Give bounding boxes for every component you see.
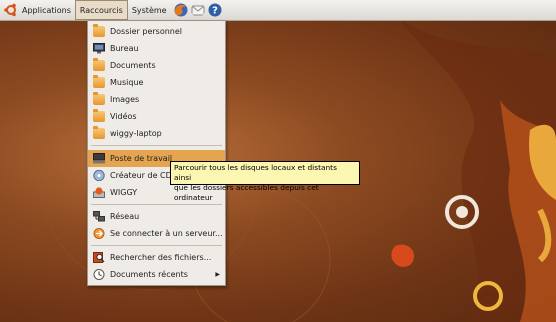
folder-icon bbox=[93, 126, 105, 139]
menu-item-videos[interactable]: Vidéos bbox=[88, 108, 225, 125]
help-icon[interactable]: ? bbox=[208, 3, 222, 17]
applications-menu[interactable]: Applications bbox=[0, 0, 75, 20]
menu-item-label: WIGGY bbox=[110, 188, 138, 197]
folder-icon bbox=[93, 92, 105, 105]
folder-icon bbox=[93, 109, 105, 122]
folder-icon bbox=[93, 75, 105, 88]
menu-item-label: Musique bbox=[110, 78, 144, 87]
menu-item-home-folder[interactable]: Dossier personnel bbox=[88, 23, 225, 40]
folder-icon bbox=[93, 58, 105, 71]
desktop-icon bbox=[93, 43, 105, 54]
menu-item-network[interactable]: Réseau bbox=[88, 208, 225, 225]
system-menu[interactable]: Système bbox=[128, 0, 171, 20]
top-panel: Applications Raccourcis Système ? bbox=[0, 0, 556, 21]
menu-item-label: Images bbox=[110, 95, 140, 104]
search-icon bbox=[93, 252, 105, 263]
submenu-arrow-icon: ▶ bbox=[215, 271, 220, 278]
network-icon bbox=[93, 211, 105, 222]
menu-item-label: Se connecter à un serveur... bbox=[110, 229, 223, 238]
menu-item-wiggy-laptop[interactable]: wiggy-laptop bbox=[88, 125, 225, 142]
menu-separator bbox=[91, 204, 222, 205]
firefox-icon[interactable] bbox=[174, 3, 188, 17]
menu-item-label: Vidéos bbox=[110, 112, 137, 121]
cd-icon bbox=[93, 170, 105, 181]
menu-item-desktop[interactable]: Bureau bbox=[88, 40, 225, 57]
svg-text:?: ? bbox=[212, 6, 218, 17]
computer-icon bbox=[93, 153, 105, 164]
ubuntu-logo-icon bbox=[4, 3, 16, 17]
tooltip-line-2: que les dossiers accessibles depuis cet … bbox=[174, 183, 319, 202]
system-label: Système bbox=[131, 5, 167, 15]
menu-item-label: Réseau bbox=[110, 212, 140, 221]
connect-server-icon bbox=[93, 228, 105, 239]
menu-item-connect-server[interactable]: Se connecter à un serveur... bbox=[88, 225, 225, 242]
drive-icon bbox=[93, 187, 105, 198]
menu-item-label: Rechercher des fichiers... bbox=[110, 253, 212, 262]
menu-item-images[interactable]: Images bbox=[88, 91, 225, 108]
tooltip: Parcourir tous les disques locaux et dis… bbox=[170, 161, 360, 202]
menu-item-recent-documents[interactable]: Documents récents ▶ bbox=[88, 266, 225, 283]
applications-label: Applications bbox=[22, 5, 71, 15]
menu-item-label: Poste de travail bbox=[110, 154, 173, 163]
menu-separator bbox=[91, 245, 222, 246]
places-label: Raccourcis bbox=[79, 5, 123, 15]
menu-separator bbox=[91, 145, 222, 146]
menu-item-label: Documents récents bbox=[110, 270, 188, 279]
menu-item-search-files[interactable]: Rechercher des fichiers... bbox=[88, 249, 225, 266]
places-dropdown-menu: Dossier personnel Bureau Documents Musiq… bbox=[87, 20, 226, 286]
menu-item-label: Dossier personnel bbox=[110, 27, 183, 36]
recent-icon bbox=[93, 269, 105, 280]
tooltip-line-1: Parcourir tous les disques locaux et dis… bbox=[174, 163, 337, 182]
menu-item-music[interactable]: Musique bbox=[88, 74, 225, 91]
menu-item-label: wiggy-laptop bbox=[110, 129, 162, 138]
menu-item-label: Bureau bbox=[110, 44, 139, 53]
menu-item-label: Documents bbox=[110, 61, 156, 70]
places-menu[interactable]: Raccourcis bbox=[74, 0, 128, 20]
home-folder-icon bbox=[93, 24, 105, 37]
mail-icon[interactable] bbox=[191, 3, 205, 17]
menu-item-documents[interactable]: Documents bbox=[88, 57, 225, 74]
